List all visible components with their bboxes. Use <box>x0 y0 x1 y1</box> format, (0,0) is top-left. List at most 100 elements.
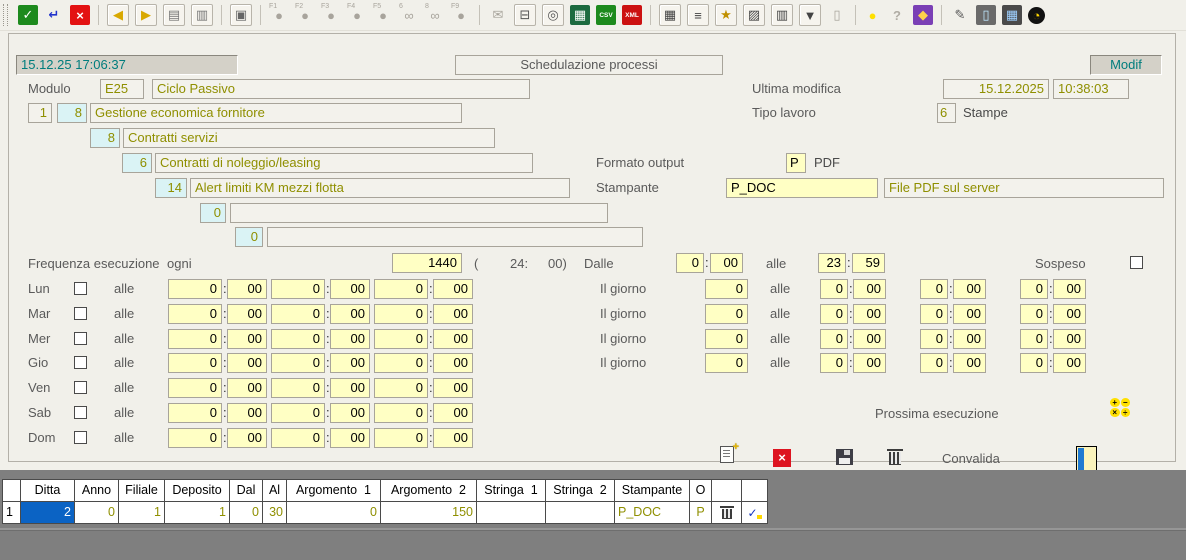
day-lun-min-field-2[interactable]: 00 <box>330 279 370 299</box>
delete-cancel-icon[interactable]: × <box>773 449 791 467</box>
il-giorno-2-min-field-2[interactable]: 00 <box>953 304 986 324</box>
day-lun-min-field-3[interactable]: 00 <box>433 279 473 299</box>
day-mer-ora-field-1[interactable]: 0 <box>168 329 222 349</box>
il-giorno-value-field-1[interactable]: 0 <box>705 279 748 299</box>
il-giorno-2-ora-field-1[interactable]: 0 <box>820 304 848 324</box>
cell-o[interactable]: P <box>690 502 711 523</box>
cell-ditta[interactable]: 2 <box>21 502 74 523</box>
cascade-windows-icon[interactable]: ▣ <box>230 4 252 26</box>
cell-stringa-1[interactable] <box>477 502 545 523</box>
table-wizard-icon[interactable]: ▨ <box>743 4 765 26</box>
day-ven-min-field-3[interactable]: 00 <box>433 378 473 398</box>
record-back-icon[interactable]: ◀ <box>107 4 129 26</box>
new-record-icon[interactable]: + <box>720 446 734 463</box>
day-lun-ora-field-1[interactable]: 0 <box>168 279 222 299</box>
il-giorno-3-min-field-1[interactable]: 00 <box>853 329 886 349</box>
day-gio-min-field-2[interactable]: 00 <box>330 353 370 373</box>
il-giorno-2-min-field-3[interactable]: 00 <box>1053 304 1086 324</box>
day-ven-ora-field-2[interactable]: 0 <box>271 378 325 398</box>
table-filter-icon[interactable]: ▼ <box>799 4 821 26</box>
send-icon[interactable]: ✉ <box>488 5 508 25</box>
dalle-min-field[interactable]: 00 <box>710 253 743 273</box>
cancel-icon[interactable]: × <box>70 5 90 25</box>
doc-next-icon[interactable]: ▥ <box>191 4 213 26</box>
list-icon[interactable]: ≡ <box>687 4 709 26</box>
day-gio-ora-field-3[interactable]: 0 <box>374 353 428 373</box>
il-giorno-3-ora-field-3[interactable]: 0 <box>1020 329 1048 349</box>
level1-num-field[interactable]: 1 <box>28 103 52 123</box>
alle-ora-field[interactable]: 23 <box>818 253 846 273</box>
il-giorno-2-ora-field-3[interactable]: 0 <box>1020 304 1048 324</box>
table-data-icon[interactable]: ▦ <box>659 4 681 26</box>
level1-code-field[interactable]: 8 <box>57 103 87 123</box>
day-lun-min-field-1[interactable]: 00 <box>227 279 267 299</box>
cell-dal[interactable]: 0 <box>230 502 262 523</box>
day-gio-min-field-1[interactable]: 00 <box>227 353 267 373</box>
il-giorno-1-min-field-3[interactable]: 00 <box>1053 279 1086 299</box>
day-dom-ora-field-2[interactable]: 0 <box>271 428 325 448</box>
il-giorno-value-field-2[interactable]: 0 <box>705 304 748 324</box>
day-gio-ora-field-2[interactable]: 0 <box>271 353 325 373</box>
day-mer-ora-field-2[interactable]: 0 <box>271 329 325 349</box>
row-delete-cell[interactable] <box>712 502 741 523</box>
tipo-lavoro-code-field[interactable]: 6 <box>937 103 956 123</box>
mobile-icon[interactable]: ▯ <box>976 5 996 25</box>
day-checkbox-mar[interactable] <box>74 307 87 320</box>
il-giorno-3-min-field-2[interactable]: 00 <box>953 329 986 349</box>
cell-deposito[interactable]: 1 <box>165 502 229 523</box>
record-forward-icon[interactable]: ▶ <box>135 4 157 26</box>
f4-icon[interactable]: F4● <box>347 5 367 25</box>
xml-export-icon[interactable]: XML <box>622 5 642 25</box>
modulo-code-field[interactable]: E25 <box>100 79 144 99</box>
day-checkbox-lun[interactable] <box>74 282 87 295</box>
cell-filiale[interactable]: 1 <box>119 502 164 523</box>
cell-stringa-2[interactable] <box>546 502 614 523</box>
day-mar-ora-field-3[interactable]: 0 <box>374 304 428 324</box>
day-lun-ora-field-2[interactable]: 0 <box>271 279 325 299</box>
day-checkbox-dom[interactable] <box>74 431 87 444</box>
confirm-icon[interactable]: ✓ <box>18 5 38 25</box>
wizard-icon[interactable]: ★ <box>715 4 737 26</box>
alle-min-field[interactable]: 59 <box>852 253 885 273</box>
day-sab-min-field-2[interactable]: 00 <box>330 403 370 423</box>
dalle-ora-field[interactable]: 0 <box>676 253 704 273</box>
day-sab-min-field-3[interactable]: 00 <box>433 403 473 423</box>
day-gio-min-field-3[interactable]: 00 <box>433 353 473 373</box>
il-giorno-value-field-4[interactable]: 0 <box>705 353 748 373</box>
level4-code-field[interactable]: 14 <box>155 178 187 198</box>
row-edit-cell[interactable]: ✓ <box>742 502 767 523</box>
enter-icon[interactable]: ↵ <box>44 5 64 25</box>
day-sab-ora-field-1[interactable]: 0 <box>168 403 222 423</box>
day-checkbox-gio[interactable] <box>74 356 87 369</box>
il-giorno-1-min-field-1[interactable]: 00 <box>853 279 886 299</box>
stampante-field[interactable]: P_DOC <box>726 178 878 198</box>
day-lun-ora-field-3[interactable]: 0 <box>374 279 428 299</box>
formato-output-field[interactable]: P <box>786 153 806 173</box>
day-mer-ora-field-3[interactable]: 0 <box>374 329 428 349</box>
day-mer-min-field-3[interactable]: 00 <box>433 329 473 349</box>
day-mar-min-field-2[interactable]: 00 <box>330 304 370 324</box>
day-mer-min-field-2[interactable]: 00 <box>330 329 370 349</box>
il-giorno-2-min-field-1[interactable]: 00 <box>853 304 886 324</box>
il-giorno-4-ora-field-1[interactable]: 0 <box>820 353 848 373</box>
cell-al[interactable]: 30 <box>263 502 286 523</box>
day-checkbox-mer[interactable] <box>74 332 87 345</box>
search-8-icon[interactable]: 8∞ <box>425 5 445 25</box>
day-checkbox-ven[interactable] <box>74 381 87 394</box>
table-search-icon[interactable]: ▥ <box>771 4 793 26</box>
row-number-cell[interactable]: 1 <box>3 502 20 523</box>
level6-code-field[interactable]: 0 <box>235 227 263 247</box>
day-dom-min-field-1[interactable]: 00 <box>227 428 267 448</box>
f2-icon[interactable]: F2● <box>295 5 315 25</box>
day-ven-min-field-2[interactable]: 00 <box>330 378 370 398</box>
cell-stampante[interactable]: P_DOC <box>615 502 689 523</box>
day-mar-min-field-3[interactable]: 00 <box>433 304 473 324</box>
calculator-toolbar-icon[interactable]: ▦ <box>1002 5 1022 25</box>
f9-icon[interactable]: F9● <box>451 5 471 25</box>
save-icon[interactable] <box>836 449 853 465</box>
day-ven-ora-field-3[interactable]: 0 <box>374 378 428 398</box>
il-giorno-1-min-field-2[interactable]: 00 <box>953 279 986 299</box>
day-mar-ora-field-1[interactable]: 0 <box>168 304 222 324</box>
calculator-icon[interactable]: +−×÷ <box>1110 398 1130 417</box>
day-dom-min-field-2[interactable]: 00 <box>330 428 370 448</box>
